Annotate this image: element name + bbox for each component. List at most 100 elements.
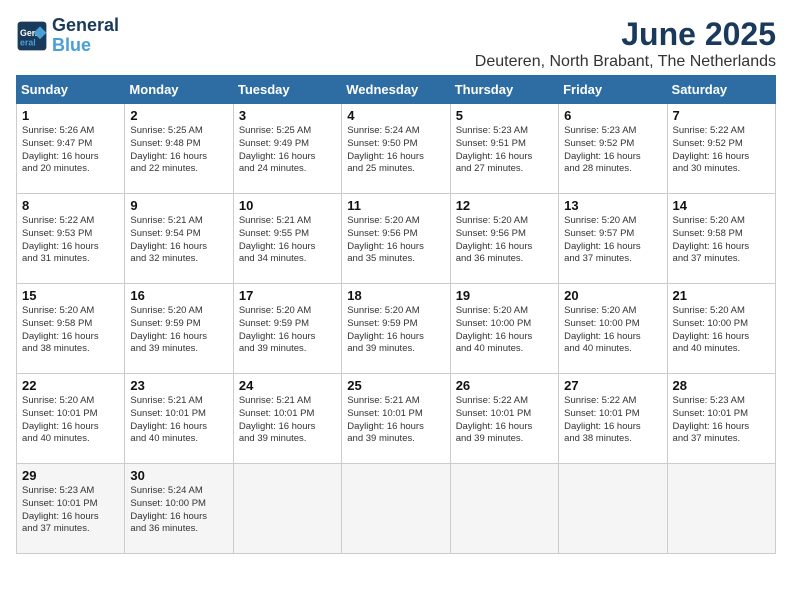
logo: Gen eral General Blue <box>16 16 119 56</box>
calendar-cell <box>667 464 775 554</box>
day-info: Sunrise: 5:20 AM Sunset: 9:56 PM Dayligh… <box>456 215 553 266</box>
svg-text:eral: eral <box>20 37 36 47</box>
calendar-day-header: Sunday <box>17 76 125 104</box>
calendar-cell: 25 Sunrise: 5:21 AM Sunset: 10:01 PM Dayl… <box>342 374 450 464</box>
day-info: Sunrise: 5:20 AM Sunset: 10:01 PM Daylig… <box>22 395 119 446</box>
calendar-week-row: 29 Sunrise: 5:23 AM Sunset: 10:01 PM Dayl… <box>17 464 776 554</box>
day-info: Sunrise: 5:20 AM Sunset: 9:58 PM Dayligh… <box>673 215 770 266</box>
day-info: Sunrise: 5:25 AM Sunset: 9:49 PM Dayligh… <box>239 125 336 176</box>
calendar-cell: 5 Sunrise: 5:23 AM Sunset: 9:51 PM Daylig… <box>450 104 558 194</box>
day-info: Sunrise: 5:20 AM Sunset: 9:59 PM Dayligh… <box>347 305 444 356</box>
day-number: 4 <box>347 108 444 123</box>
day-info: Sunrise: 5:20 AM Sunset: 9:59 PM Dayligh… <box>130 305 227 356</box>
day-number: 7 <box>673 108 770 123</box>
calendar-day-header: Tuesday <box>233 76 341 104</box>
day-number: 14 <box>673 198 770 213</box>
calendar-cell: 17 Sunrise: 5:20 AM Sunset: 9:59 PM Dayli… <box>233 284 341 374</box>
calendar-cell: 18 Sunrise: 5:20 AM Sunset: 9:59 PM Dayli… <box>342 284 450 374</box>
calendar-cell: 30Sunrise: 5:24 AM Sunset: 10:00 PM Dayl… <box>125 464 233 554</box>
calendar-cell <box>559 464 667 554</box>
day-number: 18 <box>347 288 444 303</box>
day-number: 10 <box>239 198 336 213</box>
day-number: 8 <box>22 198 119 213</box>
calendar-cell: 29 Sunrise: 5:23 AM Sunset: 10:01 PM Dayl… <box>17 464 125 554</box>
day-info: Sunrise: 5:26 AM Sunset: 9:47 PM Dayligh… <box>22 125 119 176</box>
calendar-cell: 10 Sunrise: 5:21 AM Sunset: 9:55 PM Dayli… <box>233 194 341 284</box>
day-info: Sunrise: 5:23 AM Sunset: 9:51 PM Dayligh… <box>456 125 553 176</box>
day-number: 22 <box>22 378 119 393</box>
day-number: 20 <box>564 288 661 303</box>
calendar-cell: 14 Sunrise: 5:20 AM Sunset: 9:58 PM Dayli… <box>667 194 775 284</box>
day-info: Sunrise: 5:20 AM Sunset: 9:56 PM Dayligh… <box>347 215 444 266</box>
day-info: Sunrise: 5:21 AM Sunset: 10:01 PM Daylig… <box>130 395 227 446</box>
day-info: Sunrise: 5:22 AM Sunset: 9:52 PM Dayligh… <box>673 125 770 176</box>
day-info: Sunrise: 5:25 AM Sunset: 9:48 PM Dayligh… <box>130 125 227 176</box>
calendar-cell: 24 Sunrise: 5:21 AM Sunset: 10:01 PM Dayl… <box>233 374 341 464</box>
day-number: 24 <box>239 378 336 393</box>
title-block: June 2025 Deuteren, North Brabant, The N… <box>475 16 776 71</box>
calendar-cell: 1 Sunrise: 5:26 AM Sunset: 9:47 PM Daylig… <box>17 104 125 194</box>
day-number: 17 <box>239 288 336 303</box>
calendar-day-header: Wednesday <box>342 76 450 104</box>
calendar-day-header: Saturday <box>667 76 775 104</box>
calendar-header-row: SundayMondayTuesdayWednesdayThursdayFrid… <box>17 76 776 104</box>
calendar-table: SundayMondayTuesdayWednesdayThursdayFrid… <box>16 75 776 554</box>
day-info: Sunrise: 5:22 AM Sunset: 9:53 PM Dayligh… <box>22 215 119 266</box>
calendar-week-row: 22 Sunrise: 5:20 AM Sunset: 10:01 PM Dayl… <box>17 374 776 464</box>
day-number: 25 <box>347 378 444 393</box>
day-info: Sunrise: 5:23 AM Sunset: 10:01 PM Daylig… <box>673 395 770 446</box>
calendar-week-row: 15 Sunrise: 5:20 AM Sunset: 9:58 PM Dayli… <box>17 284 776 374</box>
calendar-cell <box>450 464 558 554</box>
calendar-body: 1 Sunrise: 5:26 AM Sunset: 9:47 PM Daylig… <box>17 104 776 554</box>
calendar-day-header: Monday <box>125 76 233 104</box>
day-info: Sunrise: 5:20 AM Sunset: 10:00 PM Daylig… <box>564 305 661 356</box>
day-number: 16 <box>130 288 227 303</box>
calendar-cell: 3Sunrise: 5:25 AM Sunset: 9:49 PM Daylig… <box>233 104 341 194</box>
day-info: Sunrise: 5:24 AM Sunset: 10:00 PM Daylig… <box>130 485 227 536</box>
day-number: 1 <box>22 108 119 123</box>
day-info: Sunrise: 5:20 AM Sunset: 9:58 PM Dayligh… <box>22 305 119 356</box>
calendar-cell: 22 Sunrise: 5:20 AM Sunset: 10:01 PM Dayl… <box>17 374 125 464</box>
calendar-cell: 16 Sunrise: 5:20 AM Sunset: 9:59 PM Dayli… <box>125 284 233 374</box>
calendar-day-header: Friday <box>559 76 667 104</box>
logo-text: General Blue <box>52 16 119 56</box>
day-number: 19 <box>456 288 553 303</box>
calendar-cell: 9Sunrise: 5:21 AM Sunset: 9:54 PM Daylig… <box>125 194 233 284</box>
calendar-cell: 19Sunrise: 5:20 AM Sunset: 10:00 PM Dayl… <box>450 284 558 374</box>
calendar-week-row: 8 Sunrise: 5:22 AM Sunset: 9:53 PM Daylig… <box>17 194 776 284</box>
day-number: 12 <box>456 198 553 213</box>
day-info: Sunrise: 5:23 AM Sunset: 9:52 PM Dayligh… <box>564 125 661 176</box>
day-number: 5 <box>456 108 553 123</box>
calendar-subtitle: Deuteren, North Brabant, The Netherlands <box>475 53 776 71</box>
calendar-week-row: 1 Sunrise: 5:26 AM Sunset: 9:47 PM Daylig… <box>17 104 776 194</box>
day-number: 29 <box>22 468 119 483</box>
calendar-cell: 15 Sunrise: 5:20 AM Sunset: 9:58 PM Dayli… <box>17 284 125 374</box>
logo-icon: Gen eral <box>16 20 48 52</box>
day-number: 11 <box>347 198 444 213</box>
day-info: Sunrise: 5:21 AM Sunset: 10:01 PM Daylig… <box>347 395 444 446</box>
day-number: 23 <box>130 378 227 393</box>
calendar-cell: 7 Sunrise: 5:22 AM Sunset: 9:52 PM Daylig… <box>667 104 775 194</box>
day-info: Sunrise: 5:21 AM Sunset: 10:01 PM Daylig… <box>239 395 336 446</box>
day-info: Sunrise: 5:22 AM Sunset: 10:01 PM Daylig… <box>456 395 553 446</box>
day-info: Sunrise: 5:21 AM Sunset: 9:55 PM Dayligh… <box>239 215 336 266</box>
day-info: Sunrise: 5:23 AM Sunset: 10:01 PM Daylig… <box>22 485 119 536</box>
day-info: Sunrise: 5:20 AM Sunset: 9:59 PM Dayligh… <box>239 305 336 356</box>
calendar-title: June 2025 <box>475 16 776 53</box>
day-number: 2 <box>130 108 227 123</box>
day-info: Sunrise: 5:20 AM Sunset: 10:00 PM Daylig… <box>673 305 770 356</box>
calendar-cell: 12 Sunrise: 5:20 AM Sunset: 9:56 PM Dayli… <box>450 194 558 284</box>
day-info: Sunrise: 5:22 AM Sunset: 10:01 PM Daylig… <box>564 395 661 446</box>
day-number: 15 <box>22 288 119 303</box>
day-number: 28 <box>673 378 770 393</box>
calendar-cell: 8 Sunrise: 5:22 AM Sunset: 9:53 PM Daylig… <box>17 194 125 284</box>
day-number: 13 <box>564 198 661 213</box>
calendar-cell: 2 Sunrise: 5:25 AM Sunset: 9:48 PM Daylig… <box>125 104 233 194</box>
calendar-cell <box>233 464 341 554</box>
page-header: Gen eral General Blue June 2025 Deuteren… <box>16 16 776 71</box>
day-info: Sunrise: 5:20 AM Sunset: 9:57 PM Dayligh… <box>564 215 661 266</box>
day-info: Sunrise: 5:24 AM Sunset: 9:50 PM Dayligh… <box>347 125 444 176</box>
calendar-cell <box>342 464 450 554</box>
calendar-cell: 27Sunrise: 5:22 AM Sunset: 10:01 PM Dayl… <box>559 374 667 464</box>
calendar-cell: 21Sunrise: 5:20 AM Sunset: 10:00 PM Dayl… <box>667 284 775 374</box>
